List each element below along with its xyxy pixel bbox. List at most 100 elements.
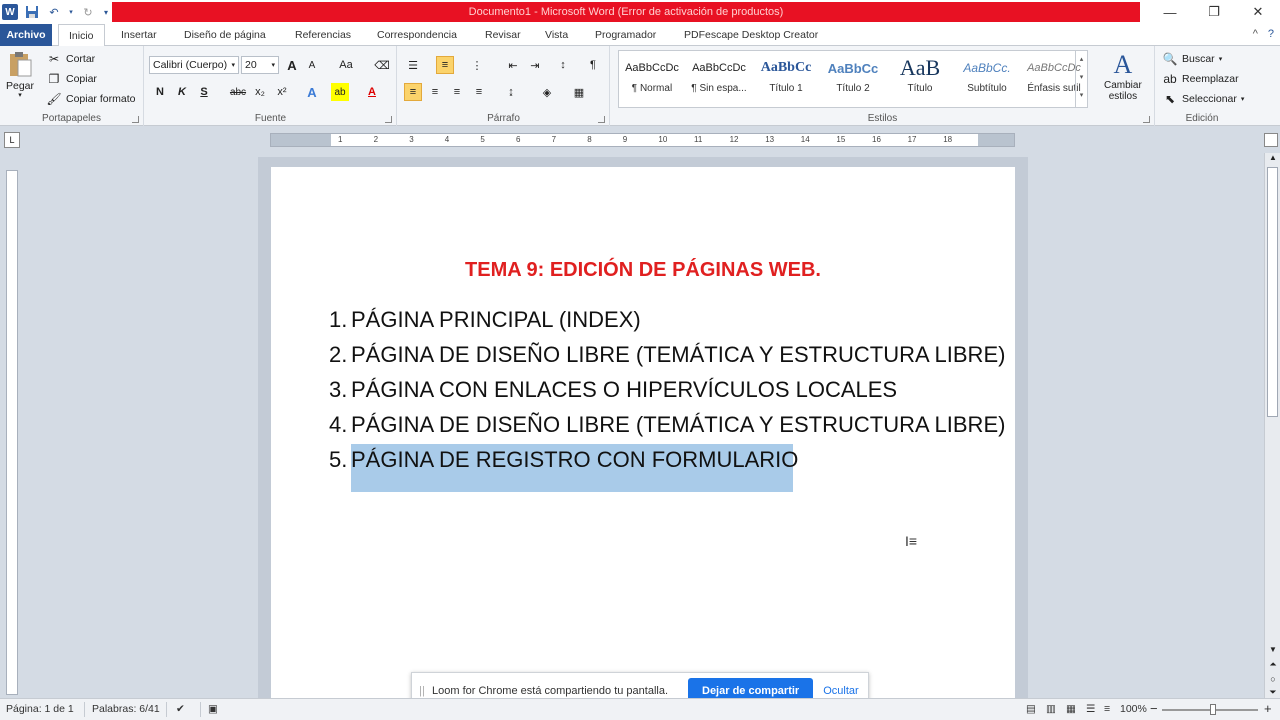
redo-icon[interactable]: ↻ (80, 4, 96, 20)
list-item[interactable]: 4. PÁGINA DE DISEÑO LIBRE (TEMÁTICA Y EST… (329, 407, 1005, 442)
page-count[interactable]: Página: 1 de 1 (6, 703, 74, 715)
document-page[interactable]: TEMA 9: EDICIÓN DE PÁGINAS WEB. 1. PÁGINA… (271, 167, 1015, 702)
zoom-out-icon[interactable]: − (1150, 701, 1158, 716)
list-item[interactable]: 3. PÁGINA CON ENLACES O HIPERVÍCULOS LOCA… (329, 372, 1005, 407)
prev-page-icon[interactable]: ⏶ (1265, 659, 1280, 670)
tab-inicio[interactable]: Inicio (58, 24, 105, 47)
style-subtitulo[interactable]: AaBbCc. Subtítulo (954, 53, 1020, 105)
numbering-icon[interactable]: ≡ (436, 56, 454, 74)
parrafo-launcher-icon[interactable] (598, 116, 605, 123)
scroll-down-icon[interactable]: ▼ (1265, 645, 1280, 654)
fuente-launcher-icon[interactable] (385, 116, 392, 123)
font-color-icon[interactable]: A (363, 83, 381, 101)
tab-vista[interactable]: Vista (545, 24, 568, 46)
replace-button[interactable]: ab Reemplazar (1162, 71, 1238, 87)
help-icon[interactable]: ? (1268, 28, 1274, 40)
decrease-indent-icon[interactable]: ⇤ (504, 56, 522, 74)
strikethrough-button[interactable]: abc (227, 83, 249, 101)
font-size-combo[interactable]: 20 ▾ (241, 56, 279, 74)
view-ruler-icon[interactable] (1264, 133, 1278, 147)
copy-button[interactable]: ❐ Copiar (46, 71, 97, 87)
style-titulo-2[interactable]: AaBbCc Título 2 (820, 53, 886, 105)
tab-diseno-pagina[interactable]: Diseño de página (184, 24, 266, 46)
tab-archivo[interactable]: Archivo (0, 24, 52, 46)
show-marks-icon[interactable]: ¶ (584, 56, 602, 74)
underline-button[interactable]: S (195, 83, 213, 101)
drag-handle-icon[interactable]: || (412, 685, 432, 697)
cut-button[interactable]: ✂ Cortar (46, 51, 95, 67)
portapapeles-launcher-icon[interactable] (132, 116, 139, 123)
tab-pdfescape[interactable]: PDFescape Desktop Creator (684, 24, 818, 46)
sort-icon[interactable]: ↕ (554, 56, 572, 74)
scrollbar-thumb[interactable] (1267, 167, 1278, 417)
tab-referencias[interactable]: Referencias (295, 24, 351, 46)
subscript-button[interactable]: x₂ (251, 83, 269, 101)
format-painter-button[interactable]: 🖌 Copiar formato (46, 91, 135, 107)
text-effects-icon[interactable]: A (303, 83, 321, 101)
save-icon[interactable] (24, 4, 40, 20)
word-count[interactable]: Palabras: 6/41 (92, 703, 160, 715)
tab-insertar[interactable]: Insertar (121, 24, 157, 46)
outline-view-icon[interactable]: ☰ (1086, 703, 1095, 715)
align-center-icon[interactable]: ≡ (426, 83, 444, 101)
customize-qat-icon[interactable]: ▾ (102, 4, 110, 20)
align-left-icon[interactable]: ≡ (404, 83, 422, 101)
proofing-icon[interactable]: ✔ (176, 703, 185, 715)
superscript-button[interactable]: x² (273, 83, 291, 101)
horizontal-ruler[interactable]: 1 2 3 4 5 6 7 8 9 10 11 12 13 14 15 16 17 18 (270, 133, 1015, 147)
select-button[interactable]: ⬉ Seleccionar ▾ (1162, 91, 1244, 107)
shrink-font-button[interactable]: A (303, 56, 321, 74)
vertical-ruler[interactable] (6, 170, 18, 695)
draft-view-icon[interactable]: ≡ (1104, 703, 1110, 715)
zoom-level[interactable]: 100% (1120, 703, 1147, 715)
style-titulo[interactable]: AaB Título (887, 53, 953, 105)
grow-font-button[interactable]: A (283, 56, 301, 74)
macro-record-icon[interactable]: ▣ (208, 703, 218, 715)
web-layout-icon[interactable]: ▦ (1066, 703, 1076, 715)
hide-button[interactable]: Ocultar (823, 685, 858, 697)
minimize-ribbon-icon[interactable]: ^ (1253, 28, 1258, 40)
browse-object-icon[interactable]: ○ (1265, 674, 1280, 684)
print-layout-icon[interactable]: ▤ (1026, 703, 1036, 715)
close-icon[interactable]: ✕ (1236, 0, 1280, 24)
list-item[interactable]: 1. PÁGINA PRINCIPAL (INDEX) (329, 302, 1005, 337)
estilos-launcher-icon[interactable] (1143, 116, 1150, 123)
scroll-up-icon[interactable]: ▲ (1265, 153, 1280, 165)
restore-icon[interactable]: ❐ (1192, 0, 1236, 24)
shading-icon[interactable]: ◈ (538, 83, 556, 101)
multilevel-list-icon[interactable]: ⋮ (468, 56, 486, 74)
clear-format-icon[interactable]: ⌫ (373, 56, 391, 74)
italic-button[interactable]: K (173, 83, 191, 101)
minimize-icon[interactable]: — (1148, 0, 1192, 24)
zoom-in-icon[interactable]: + (1264, 701, 1272, 716)
style-titulo-1[interactable]: AaBbCc Título 1 (753, 53, 819, 105)
align-right-icon[interactable]: ≡ (448, 83, 466, 101)
find-button[interactable]: 🔍 Buscar ▾ (1162, 51, 1223, 67)
line-spacing-icon[interactable]: ↨ (502, 83, 520, 101)
tab-programador[interactable]: Programador (595, 24, 656, 46)
bold-button[interactable]: N (151, 83, 169, 101)
paste-dropdown-icon[interactable]: ▾ (18, 91, 22, 99)
increase-indent-icon[interactable]: ⇥ (526, 56, 544, 74)
font-name-combo[interactable]: Calibri (Cuerpo) ▾ (149, 56, 239, 74)
undo-icon[interactable]: ↶ (46, 4, 62, 20)
tab-selector-icon[interactable]: L (4, 132, 20, 148)
change-styles-button[interactable]: A Cambiar estilos (1104, 50, 1142, 102)
vertical-scrollbar[interactable]: ▲ ▼ ⏶ ○ ⏷ (1264, 153, 1280, 698)
styles-scroll[interactable]: ▴ ▾ ▾ (1075, 51, 1087, 107)
bullets-icon[interactable]: ☰ (404, 56, 422, 74)
next-page-icon[interactable]: ⏷ (1265, 687, 1280, 698)
list-item[interactable]: 5. PÁGINA DE REGISTRO CON FORMULARIO (329, 442, 1005, 477)
word-logo-icon[interactable]: W (2, 4, 18, 20)
highlight-icon[interactable]: ab (331, 83, 349, 101)
style-normal[interactable]: AaBbCcDc ¶ Normal (619, 53, 685, 105)
list-item[interactable]: 2. PÁGINA DE DISEÑO LIBRE (TEMÁTICA Y EST… (329, 337, 1005, 372)
change-case-button[interactable]: Aa (333, 56, 359, 74)
justify-icon[interactable]: ≡ (470, 83, 488, 101)
zoom-slider-knob[interactable] (1210, 704, 1216, 715)
tab-revisar[interactable]: Revisar (485, 24, 521, 46)
undo-dropdown-icon[interactable]: ▾ (68, 4, 74, 20)
style-sin-espaciado[interactable]: AaBbCcDc ¶ Sin espa... (686, 53, 752, 105)
full-screen-reading-icon[interactable]: ▥ (1046, 703, 1056, 715)
borders-icon[interactable]: ▦ (570, 83, 588, 101)
